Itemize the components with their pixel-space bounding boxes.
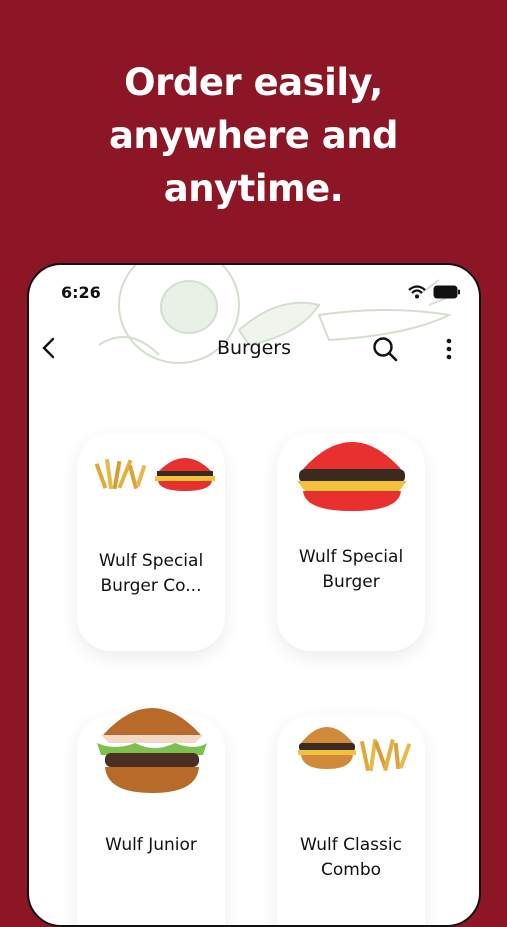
product-card[interactable]: Wulf Junior [77,708,225,925]
search-icon[interactable] [371,335,399,363]
battery-icon [433,285,460,299]
nav-bar: Burgers [29,327,479,371]
promo-line-3: anytime. [163,167,344,210]
product-card[interactable]: Wulf Special Burger [277,433,425,651]
more-options-icon[interactable] [444,335,454,363]
product-name: Wulf Special Burger Co... [98,551,204,596]
promo-line-1: Order easily, [124,61,383,104]
combo-image [298,727,412,772]
product-card[interactable]: Wulf Special Burger Co... [77,433,225,651]
product-name: Wulf Junior [105,835,197,855]
product-name: Wulf Classic Combo [300,835,402,880]
promo-line-2: anywhere and [108,114,399,157]
promo-headline: Order easily, anywhere and anytime. [0,56,507,215]
phone-frame: 6:26 Burgers Wulf Special Burger Co... W… [27,263,481,927]
page-title: Burgers [216,337,291,359]
burger-image [97,708,207,793]
burger-image [297,442,407,511]
product-name: Wulf Special Burger [298,547,404,592]
wifi-icon [408,285,426,299]
combo-image [95,458,215,491]
product-card[interactable]: Wulf Classic Combo [277,715,425,925]
status-bar: 6:26 [29,265,479,309]
status-time: 6:26 [61,283,101,302]
